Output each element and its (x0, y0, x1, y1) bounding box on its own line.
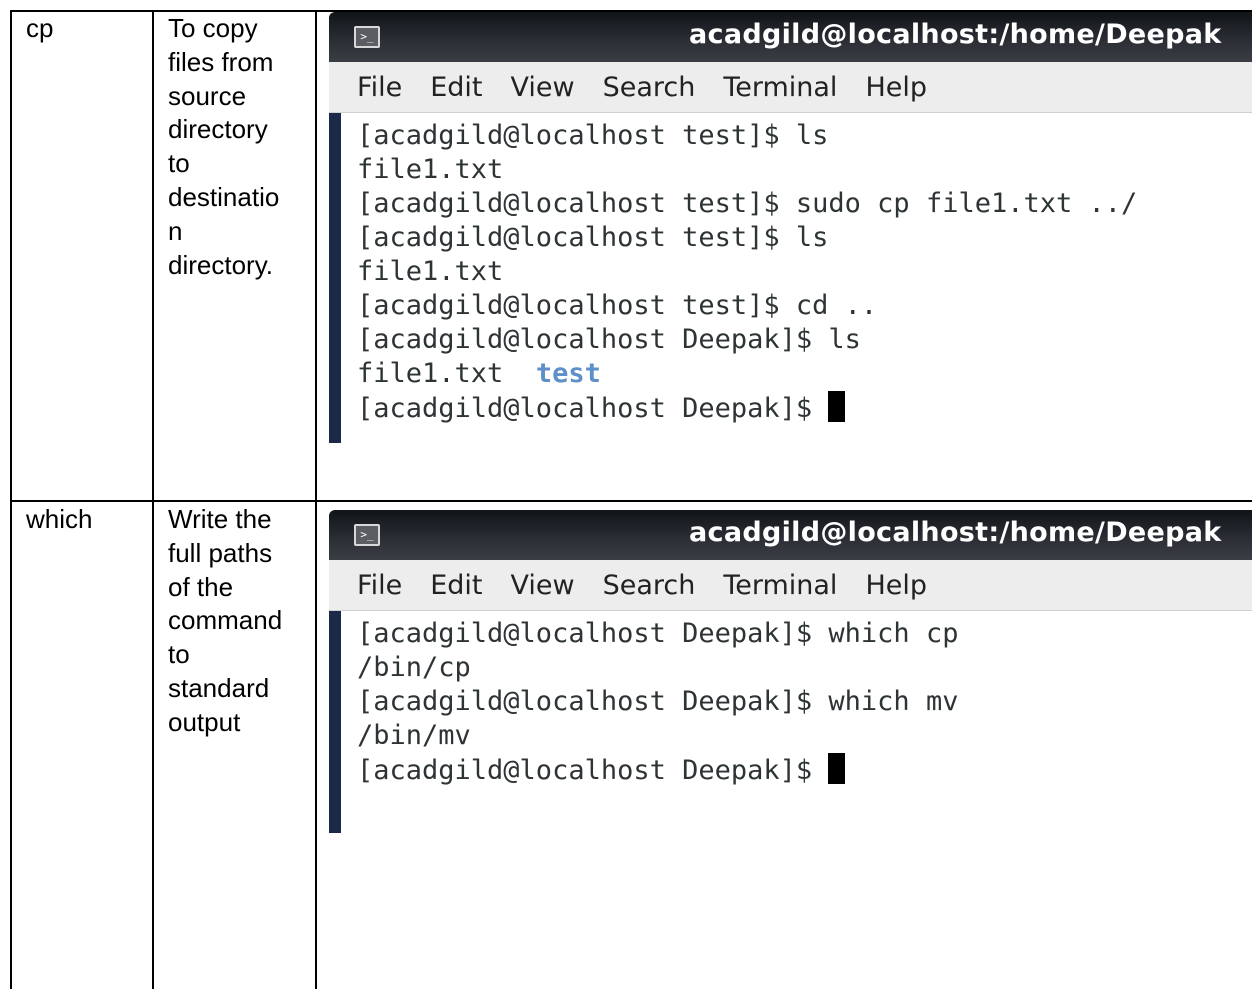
menu-edit[interactable]: Edit (430, 72, 482, 103)
terminal-line: [acadgild@localhost test]$ ls (357, 120, 829, 151)
menu-help[interactable]: Help (865, 570, 927, 601)
menu-view[interactable]: View (510, 72, 574, 103)
command-name-cell: which (26, 504, 93, 534)
menu-view[interactable]: View (510, 570, 574, 601)
terminal-output[interactable]: [acadgild@localhost Deepak]$ which cp /b… (329, 611, 1252, 833)
terminal-menubar: File Edit View Search Terminal Help (329, 62, 1252, 113)
menu-terminal[interactable]: Terminal (723, 72, 837, 103)
command-name-cell: cp (26, 13, 54, 43)
terminal-icon: >_ (354, 524, 380, 546)
terminal-prompt-line: [acadgild@localhost Deepak]$ (357, 753, 1252, 787)
menu-help[interactable]: Help (865, 72, 927, 103)
row-divider (10, 500, 1252, 502)
terminal-window: >_ acadgild@localhost:/home/Deepak File … (329, 510, 1252, 833)
terminal-title: acadgild@localhost:/home/Deepak (689, 517, 1222, 548)
terminal-line: [acadgild@localhost test]$ sudo cp file1… (357, 188, 1138, 219)
terminal-titlebar: >_ acadgild@localhost:/home/Deepak (329, 510, 1252, 560)
terminal-prompt: [acadgild@localhost Deepak]$ (357, 755, 829, 786)
terminal-cursor (828, 753, 846, 784)
terminal-titlebar: >_ acadgild@localhost:/home/Deepak (329, 12, 1252, 62)
menu-file[interactable]: File (357, 570, 402, 601)
menu-edit[interactable]: Edit (430, 570, 482, 601)
listing-file: file1.txt (357, 358, 504, 389)
terminal-cursor (828, 391, 846, 422)
terminal-line: [acadgild@localhost Deepak]$ which cp (357, 618, 959, 649)
terminal-line: /bin/cp (357, 652, 471, 683)
terminal-line: file1.txt (357, 256, 504, 287)
terminal-line: [acadgild@localhost Deepak]$ ls (357, 324, 861, 355)
terminal-line: [acadgild@localhost test]$ ls (357, 222, 829, 253)
terminal-window: >_ acadgild@localhost:/home/Deepak File … (329, 12, 1252, 443)
table-left-border (10, 10, 12, 989)
terminal-icon: >_ (354, 26, 380, 48)
menu-search[interactable]: Search (603, 72, 696, 103)
column-divider-1 (152, 10, 154, 989)
terminal-title: acadgild@localhost:/home/Deepak (689, 19, 1222, 50)
terminal-prompt: [acadgild@localhost Deepak]$ (357, 393, 829, 424)
terminal-line: [acadgild@localhost Deepak]$ which mv (357, 686, 959, 717)
command-description-cell: To copy files from source directory to d… (168, 13, 280, 280)
terminal-line: /bin/mv (357, 720, 471, 751)
terminal-line: [acadgild@localhost test]$ cd .. (357, 290, 878, 321)
command-description-cell: Write the full paths of the command to s… (168, 504, 283, 737)
menu-search[interactable]: Search (603, 570, 696, 601)
terminal-prompt-line: [acadgild@localhost Deepak]$ (357, 391, 1252, 425)
terminal-menubar: File Edit View Search Terminal Help (329, 560, 1252, 611)
menu-terminal[interactable]: Terminal (723, 570, 837, 601)
column-divider-2 (315, 10, 317, 989)
terminal-listing-line: file1.txt test (357, 357, 1252, 391)
menu-file[interactable]: File (357, 72, 402, 103)
listing-directory: test (535, 358, 601, 389)
terminal-line: file1.txt (357, 154, 504, 185)
terminal-output[interactable]: [acadgild@localhost test]$ ls file1.txt … (329, 113, 1252, 443)
